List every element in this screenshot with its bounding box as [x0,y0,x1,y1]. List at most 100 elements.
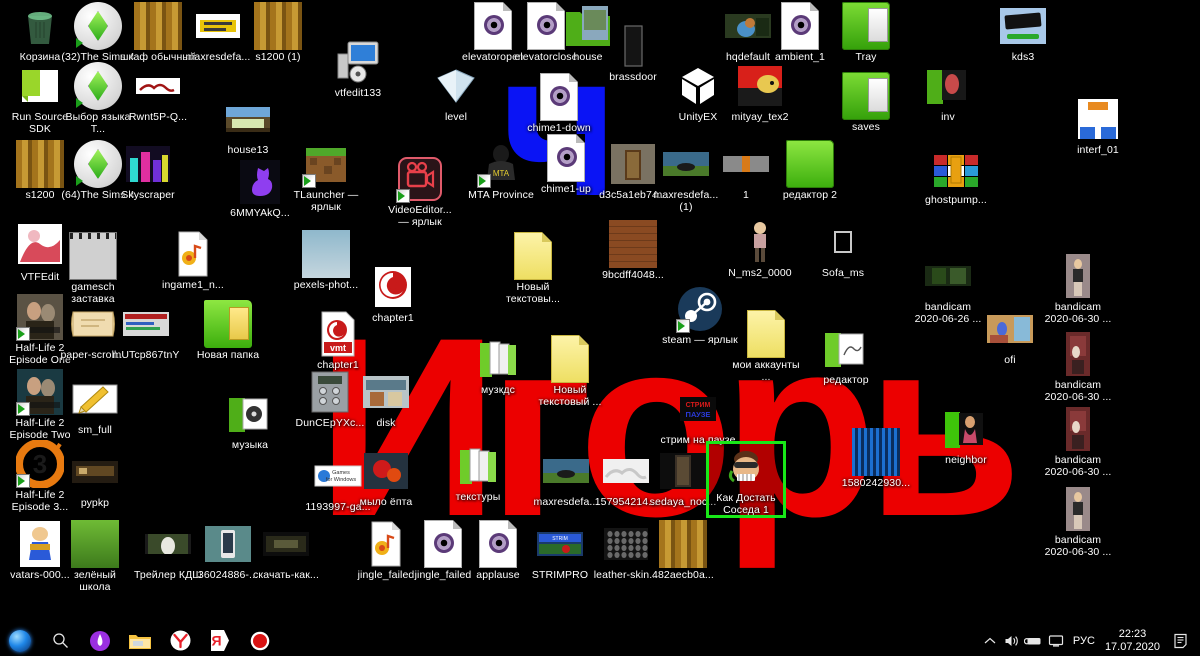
vtfedit-icon [334,38,382,86]
desktop-icon[interactable]: СТРИМ ПАУЗЕ стрим на паузе [660,385,736,447]
desktop-icon[interactable]: Новая папка [190,300,266,362]
desktop-icon[interactable]: Rwnt5P-Q... [120,62,196,124]
desktop-icon[interactable]: Новый текстовый ... [532,335,608,408]
desktop-icon-label: bandicam 2020-06-30 ... [1044,301,1112,325]
desktop-icon[interactable]: bandicam 2020-06-30 ... [1040,485,1116,558]
desktop-icon[interactable]: inv [910,62,986,124]
audio-disc-icon [540,73,578,121]
desktop-icon[interactable]: 9bcdff4048... [595,220,671,282]
vlc-red-icon [369,263,417,311]
desktop-icon[interactable]: редактор 2 [772,140,848,202]
audio-disc-icon [547,134,585,182]
battery-icon [1024,637,1041,644]
desktop-icon[interactable]: mUTcp867tnY [108,300,184,362]
desktop-icon[interactable]: MTA MTA Province [463,140,539,202]
bandicam-button[interactable] [240,625,280,656]
sims-icon [74,62,122,110]
action-center-button[interactable] [1168,625,1194,656]
desktop-icon[interactable]: рурkр [57,448,133,510]
desktop-icon[interactable]: 6MMYAkQ... [222,158,298,220]
desktop-icon[interactable]: steam — ярлык [662,285,738,347]
desktop-icon[interactable]: 482aecb0a... [645,520,721,582]
txt-icon [747,310,785,358]
desktop-icon[interactable]: vtfedit133 [320,38,396,100]
desktop-icon[interactable]: kds3 [985,2,1061,64]
shop-icon [362,368,410,416]
desktop-icon[interactable]: Sofa_ms [805,218,881,280]
file-explorer-button[interactable] [120,625,160,656]
desktop-icon[interactable]: Как Достать Соседа 1 [706,441,786,518]
taskbar[interactable]: Я РУС 22:23 17.07.2020 [0,625,1200,656]
system-tray[interactable]: РУС 22:23 17.07.2020 [979,625,1200,656]
show-hidden-icons-button[interactable] [979,625,1001,656]
desktop-icon[interactable]: bandicam 2020-06-30 ... [1040,405,1116,478]
desktop-icon[interactable]: Новый текстовы... [495,232,571,305]
desktop-icon[interactable]: sm_full [57,375,133,437]
desktop-icon[interactable]: chime1-down [521,73,597,135]
desktop-icon[interactable]: bandicam 2020-06-30 ... [1040,330,1116,403]
desktop-icon[interactable]: interf_01 [1060,95,1136,157]
folder-y-icon [204,300,252,348]
videoeditor-icon [396,155,444,203]
desktop-icon[interactable]: s1200 (1) [240,2,316,64]
desktop-icon[interactable]: vmt chapter1 [300,310,376,372]
desktop-icon[interactable]: текстуры [440,442,516,504]
desktop-icon[interactable]: зелёный школа [57,520,133,593]
desktop-icon[interactable]: chime1-up [528,134,604,196]
desktop-icon[interactable]: TLauncher — ярлык [288,140,364,213]
desktop-icon-label: mityay_tex2 [731,111,789,123]
search-button[interactable] [40,625,80,656]
desktop-icon-label: Новый текстовый ... [538,384,602,408]
desktop[interactable]: ч Игорь Корзина (32)The Sims 4 шкаф обычны… [0,0,1200,625]
desktop-icon[interactable]: ingame1_n... [155,230,231,292]
desktop-icon[interactable]: pexels-phot... [288,230,364,292]
svg-text:vmt: vmt [330,343,346,353]
desktop-icon[interactable]: house13 [210,95,286,157]
desktop-icon-label: chime1-up [541,183,591,195]
desktop-icon[interactable]: ghostpump... [918,145,994,207]
character-icon [736,218,784,266]
wood-icon [16,140,64,188]
desktop-icon[interactable]: музыка [212,390,288,452]
start-button[interactable] [0,625,40,656]
sdk-icon [16,62,64,110]
desktop-icon[interactable]: neighbor [928,405,1004,467]
unity-icon [674,62,722,110]
desktop-icon[interactable]: bandicam 2020-06-30 ... [1040,252,1116,325]
yandex-browser-button[interactable] [160,625,200,656]
desktop-icon-label: мыло ёпта [359,496,413,508]
desktop-icon[interactable]: N_ms2_0000 [722,218,798,280]
clock[interactable]: 22:23 17.07.2020 [1101,628,1168,654]
battery-button[interactable] [1023,625,1045,656]
desktop-icon-label: MTA Province [468,189,534,201]
desktop-icon[interactable]: мои аккаунты ... [728,310,804,383]
desktop-icon[interactable]: скачать-как... [248,520,324,582]
desktop-icon[interactable]: музкдс [460,335,536,397]
desktop-icon[interactable]: VideoEditor... — ярлык [382,155,458,228]
desktop-icon-label: Новый текстовы... [506,281,560,305]
desktop-icon[interactable]: Skyscraper [110,140,186,202]
desktop-icon-label: скачать-как... [253,569,319,581]
desktop-icon[interactable]: мыло ёпта [348,447,424,509]
language-indicator[interactable]: РУС [1067,635,1101,647]
desktop-icon[interactable]: редактор [808,325,884,387]
desktop-icon[interactable]: disk [348,368,424,430]
desktop-icon[interactable]: level [418,62,494,124]
desktop-icon[interactable]: Tray [828,2,904,64]
strim-icon: STRIM [536,520,584,568]
desktop-icon-label: mUTcp867tnY [112,349,180,361]
desktop-icon-label: STRIMPRO [531,569,589,581]
desktop-icon[interactable]: saves [828,72,904,134]
desktop-icon[interactable]: mityay_tex2 [722,62,798,124]
yandex-app-button[interactable]: Я [200,625,240,656]
desktop-icon[interactable]: ofi [972,305,1048,367]
desktop-icon-label: neighbor [945,454,987,466]
desktop-icon[interactable]: STRIM STRIMPRO [522,520,598,582]
alisa-button[interactable] [80,625,120,656]
desktop-icon[interactable]: ambient_1 [762,2,838,64]
network-button[interactable] [1045,625,1067,656]
folder-inv-icon [924,62,972,110]
volume-button[interactable] [1001,625,1023,656]
vmt-icon: vmt [314,310,362,358]
desktop-icon[interactable]: 1580242930... [838,428,914,490]
